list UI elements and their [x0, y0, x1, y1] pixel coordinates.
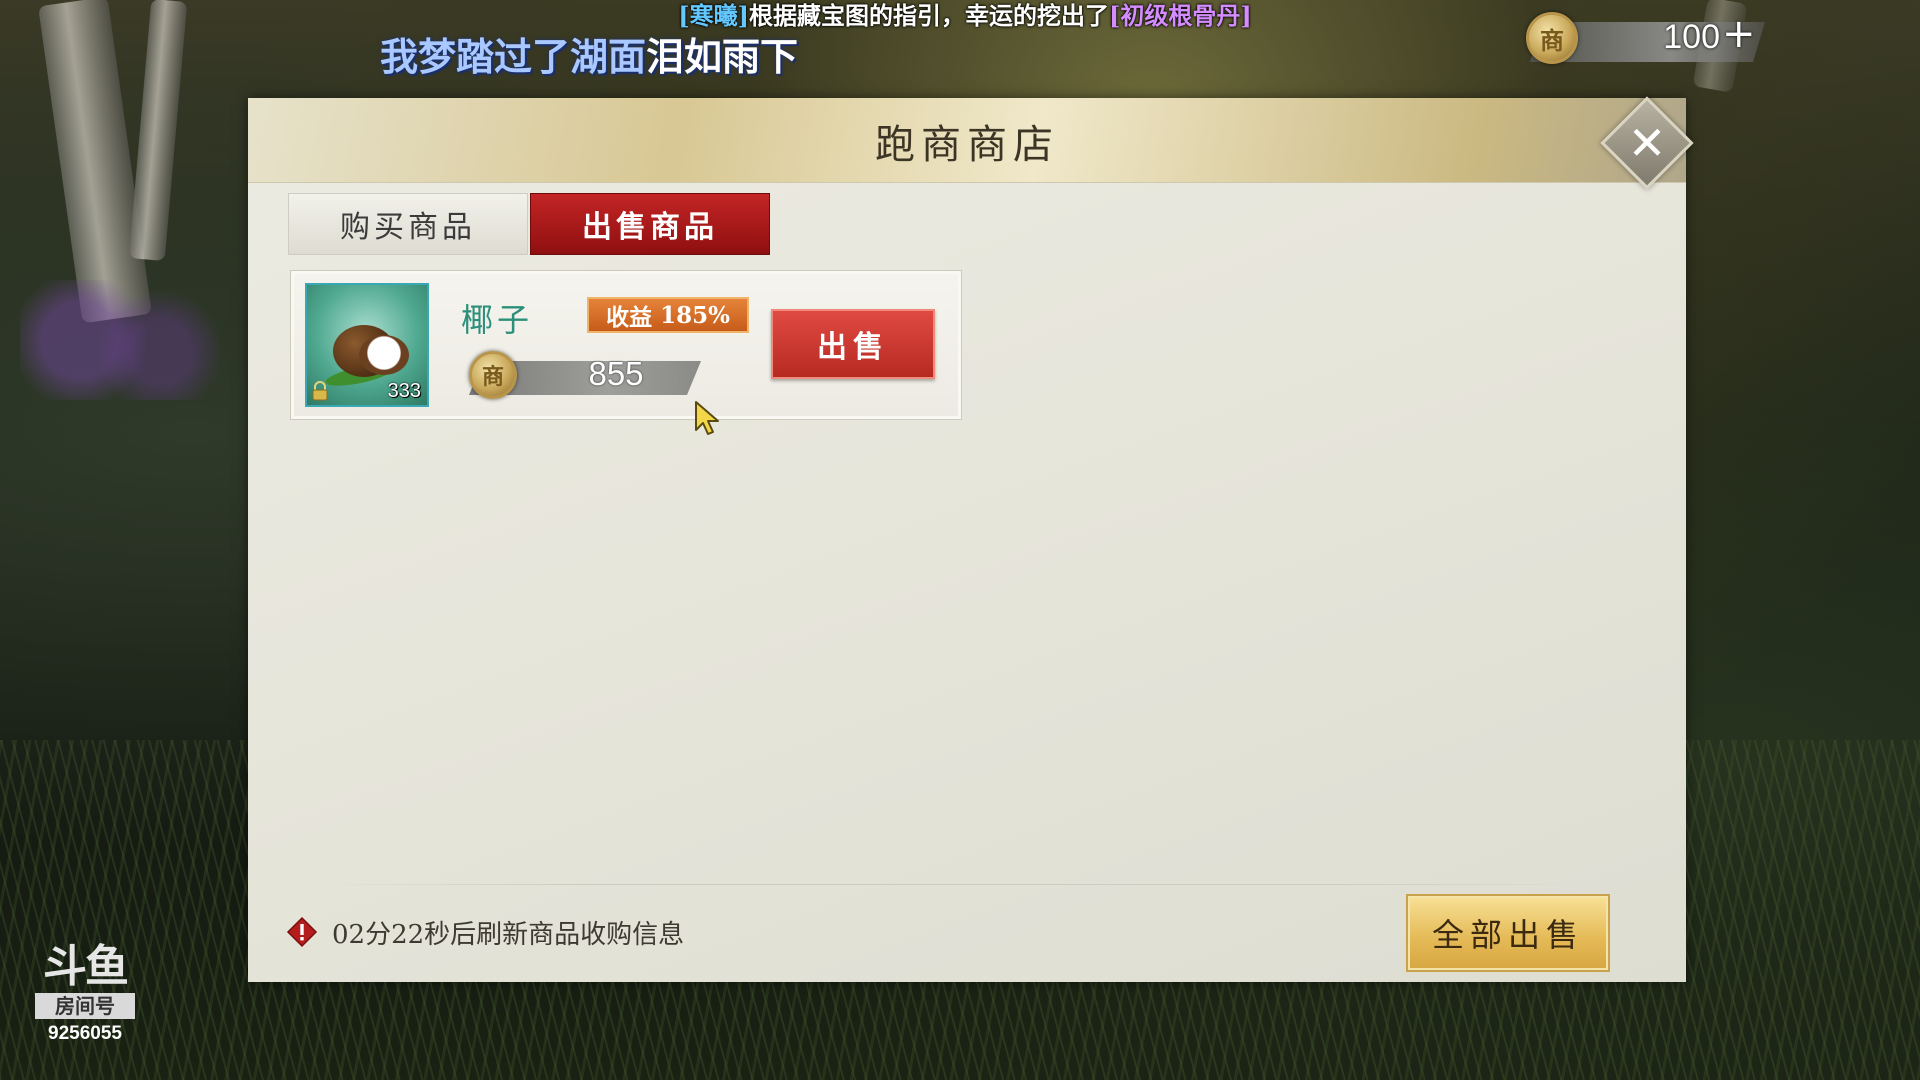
sell-button[interactable]: 出售	[771, 309, 935, 379]
merchant-coin-icon: 商	[1526, 12, 1578, 64]
purple-flowers	[20, 280, 220, 400]
room-label: 房间号	[35, 993, 135, 1019]
goods-item-card: 333 椰子 收益 185% 商 855 出售	[290, 270, 962, 420]
tree-trunk	[128, 0, 188, 262]
danmaku-comment: 我梦踏过了湖面泪如雨下	[380, 26, 798, 81]
footer-divider	[318, 884, 1598, 885]
danmaku-part2: 泪如雨下	[646, 35, 799, 79]
sell-all-button[interactable]: 全部出售	[1408, 896, 1608, 970]
mouse-cursor-icon	[695, 401, 719, 435]
douyu-logo: 斗鱼	[43, 941, 129, 992]
profit-label: 收益	[606, 304, 653, 331]
close-button[interactable]: ✕	[1600, 96, 1694, 190]
tab-buy-goods[interactable]: 购买商品	[288, 193, 528, 255]
coconut-icon[interactable]: 333	[305, 283, 429, 407]
broadcast-item[interactable]: [初级根骨丹]	[1109, 1, 1252, 30]
merchant-coin-icon: 商	[469, 351, 517, 399]
douyu-watermark: 斗鱼 房间号 9256055	[30, 945, 140, 1045]
broadcast-text: 根据藏宝图的指引，幸运的挖出了	[749, 1, 1109, 30]
dialog-title: 跑商商店	[875, 122, 1059, 168]
coconut-half	[359, 335, 409, 375]
room-id: 9256055	[48, 1023, 122, 1044]
profit-value: 185%	[660, 301, 730, 329]
close-icon: ✕	[1627, 116, 1667, 170]
danmaku-part1: 我梦踏过了	[380, 35, 571, 79]
item-count: 333	[387, 380, 421, 402]
item-price: 855	[588, 355, 644, 392]
warning-icon	[286, 916, 318, 948]
refresh-countdown-text: 02分22秒后刷新商品收购信息	[332, 920, 685, 950]
profit-badge: 收益 185%	[587, 297, 749, 333]
merchant-shop-dialog: 跑商商店 ✕ 购买商品 出售商品 333 椰子 收益 185% 商 855 出售	[248, 96, 1694, 982]
tab-sell-goods[interactable]: 出售商品	[530, 193, 770, 255]
add-currency-button[interactable]: +	[1722, 14, 1756, 54]
currency-amount: 100	[1663, 18, 1720, 56]
lock-icon	[312, 381, 328, 401]
danmaku-highlight: 湖面	[570, 35, 647, 79]
tree-trunk	[38, 0, 152, 324]
item-name: 椰子	[461, 301, 534, 339]
dialog-header: 跑商商店 ✕	[248, 96, 1694, 190]
